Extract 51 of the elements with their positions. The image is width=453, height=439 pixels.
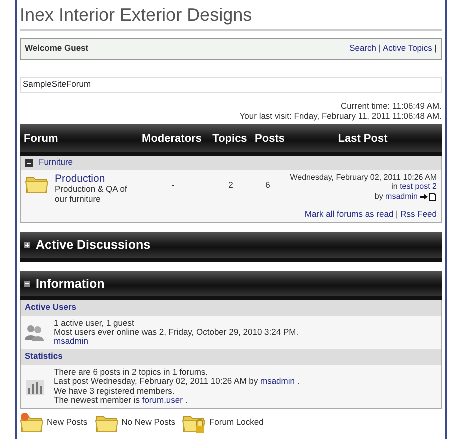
nav-link[interactable]: Active Topics: [382, 43, 432, 53]
last-post-line: by msadmin: [283, 192, 437, 202]
separator: |: [434, 43, 437, 53]
last-post-line: in test post 2: [390, 182, 437, 192]
table-cell-text: 2: [228, 178, 234, 192]
footer-link[interactable]: Mark all forums as read: [304, 208, 394, 219]
info-line: Most users ever online was 2, Friday, October 29, 2010 3:24 PM.: [54, 328, 299, 338]
info-line: Last post Wednesday, February 02, 2011 10:26 AM by msadmin .: [54, 377, 300, 387]
legend-label: Forum Locked: [209, 418, 264, 428]
collapse-icon[interactable]: [24, 280, 30, 287]
link[interactable]: msadmin: [386, 192, 418, 201]
users-icon: [25, 324, 45, 342]
forum-description: Production & QA of our furniture: [55, 185, 128, 205]
link[interactable]: msadmin: [260, 376, 295, 386]
site-title: Inex Interior Exterior Designs: [20, 4, 254, 26]
subsection-title: Statistics: [21, 349, 441, 366]
separator: |: [395, 208, 400, 219]
section-title: Information: [36, 276, 105, 292]
expand-icon[interactable]: [24, 242, 30, 248]
collapse-icon[interactable]: [25, 159, 33, 168]
column-header: Moderators: [141, 132, 203, 146]
column-header: Last Post: [337, 132, 389, 146]
subsection-title: Active Users: [21, 300, 441, 316]
section-title: Active Discussions: [36, 238, 151, 253]
nav-link[interactable]: Search: [350, 43, 376, 53]
info-line: There are 6 posts in 2 topics in 1 forums.: [54, 368, 210, 378]
table-cell-text: 6: [264, 178, 272, 192]
bar-chart-icon: [25, 378, 45, 396]
table-cell-text: -: [170, 178, 176, 192]
column-header: Topics: [212, 132, 248, 146]
time-text: Current time: 11:06:49 AM.: [340, 100, 442, 111]
legend-label: New Posts: [47, 418, 88, 428]
last-post-line: Wednesday, February 02, 2011 10:26 AM: [289, 172, 437, 182]
column-header: Forum: [24, 132, 60, 146]
info-line: The newest member is forum.user .: [54, 396, 189, 405]
time-text: Your last visit: Friday, February 11, 2011 11:06:48 AM.: [238, 110, 442, 121]
link[interactable]: forum.user: [142, 394, 183, 405]
separator: |: [378, 43, 382, 53]
info-line: 1 active user, 1 guest: [54, 318, 136, 328]
go-to-post-icon[interactable]: [420, 192, 437, 201]
footer-link[interactable]: Rss Feed: [400, 208, 437, 219]
link[interactable]: msadmin: [54, 336, 88, 346]
forum-link[interactable]: Production: [55, 172, 137, 185]
legend-label: No New Posts: [122, 418, 176, 428]
category-link[interactable]: Furniture: [39, 158, 74, 168]
info-line: We have 3 registered members.: [54, 386, 176, 396]
breadcrumb-link[interactable]: SampleSiteForum: [23, 78, 92, 89]
welcome-text: Welcome Guest: [25, 44, 89, 54]
link[interactable]: test post 2: [400, 182, 437, 192]
column-header: Posts: [254, 132, 286, 146]
new-posts-folder-icon: [20, 412, 44, 434]
